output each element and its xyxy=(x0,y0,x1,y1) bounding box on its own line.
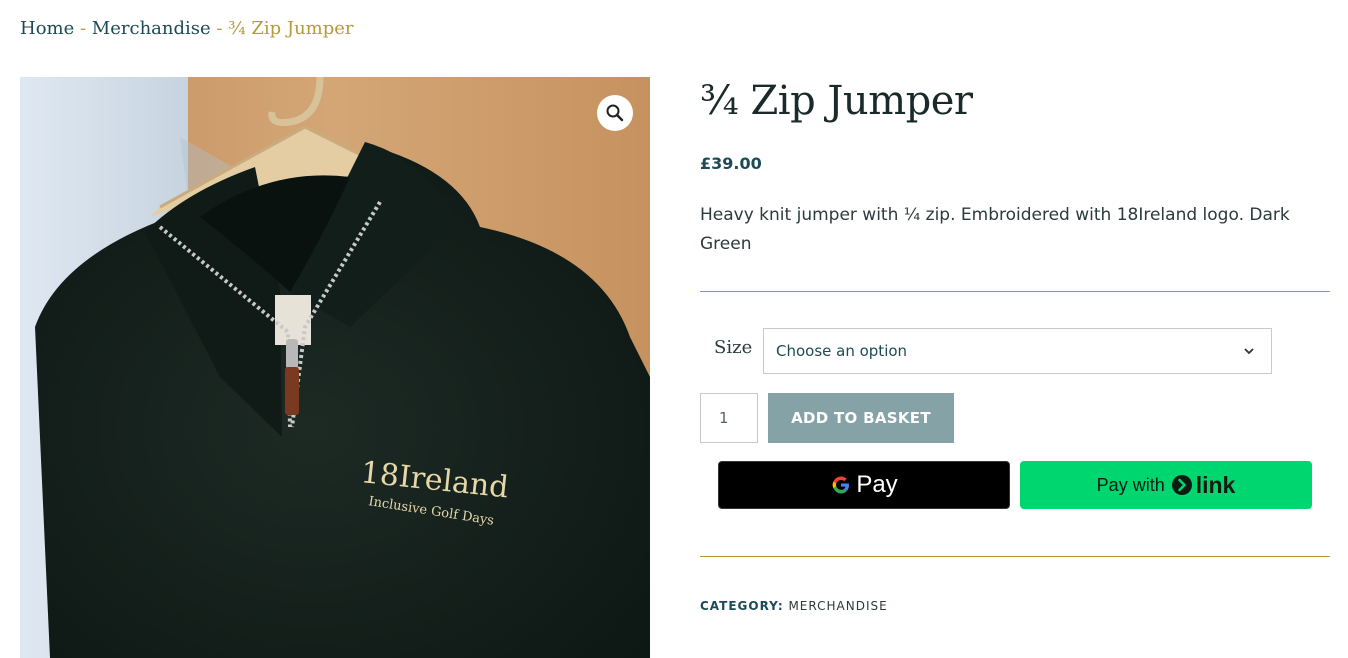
zoom-button[interactable] xyxy=(597,95,633,131)
google-pay-label: Pay xyxy=(856,471,898,498)
product-price: £39.00 xyxy=(700,154,762,173)
pay-with-link-button[interactable]: Pay with link xyxy=(1020,461,1312,509)
breadcrumb-home-link[interactable]: Home xyxy=(20,18,74,39)
google-g-icon xyxy=(832,476,850,494)
divider xyxy=(700,556,1330,557)
breadcrumb: Home - Merchandise - ¾ Zip Jumper xyxy=(20,18,354,39)
divider xyxy=(700,291,1330,292)
link-arrow-icon xyxy=(1171,475,1192,495)
product-description: Heavy knit jumper with ¼ zip. Embroidere… xyxy=(700,205,1290,254)
breadcrumb-separator: - xyxy=(74,18,92,39)
product-image[interactable]: 18Ireland Inclusive Golf Days xyxy=(20,77,650,658)
magnifier-icon xyxy=(606,104,624,122)
breadcrumb-separator: - xyxy=(210,18,229,39)
breadcrumb-current: ¾ Zip Jumper xyxy=(228,18,354,39)
google-pay-button[interactable]: Pay xyxy=(718,461,1010,509)
quantity-input[interactable]: 1 xyxy=(700,393,758,443)
category-key: CATEGORY: xyxy=(700,599,784,613)
link-label: link xyxy=(1195,471,1236,498)
pay-with-label: Pay with xyxy=(1096,474,1165,495)
product-category: CATEGORY: MERCHANDISE xyxy=(700,599,888,613)
category-link[interactable]: MERCHANDISE xyxy=(788,599,887,613)
add-to-basket-button[interactable]: ADD TO BASKET xyxy=(768,393,954,443)
jumper-photo: 18Ireland Inclusive Golf Days xyxy=(20,77,650,658)
chevron-down-icon xyxy=(1244,348,1254,355)
quantity-value: 1 xyxy=(719,409,729,427)
size-select[interactable]: Choose an option xyxy=(763,328,1272,374)
breadcrumb-merchandise-link[interactable]: Merchandise xyxy=(92,18,211,39)
product-title: ¾ Zip Jumper xyxy=(700,78,973,124)
size-select-value: Choose an option xyxy=(776,342,908,360)
size-label: Size xyxy=(714,337,753,358)
